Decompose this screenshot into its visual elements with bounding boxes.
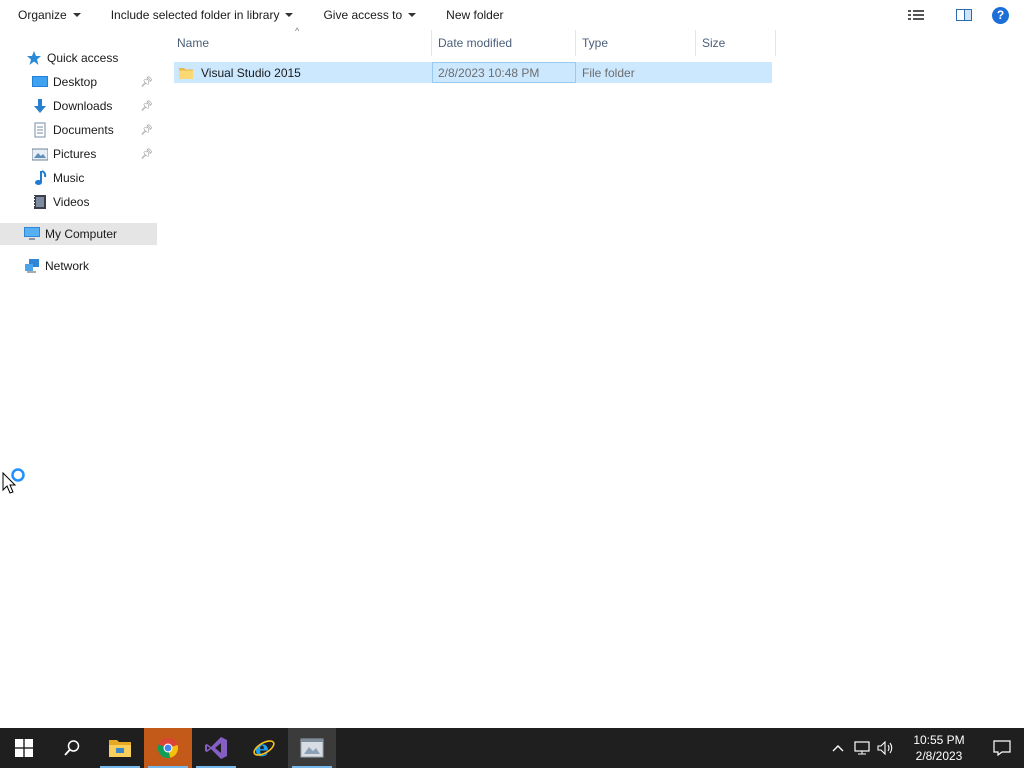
nav-quick-access[interactable]: Quick access	[0, 47, 157, 69]
taskbar-clock[interactable]: 10:55 PM 2/8/2023	[904, 732, 974, 764]
volume-icon[interactable]	[874, 728, 898, 768]
column-header-name[interactable]: Name	[171, 30, 432, 56]
file-name: Visual Studio 2015	[201, 65, 301, 80]
taskbar-internet-explorer[interactable]: e	[240, 728, 288, 768]
size-cell	[696, 62, 772, 83]
nav-label: Pictures	[53, 147, 97, 161]
column-header-type[interactable]: Type	[576, 30, 696, 56]
pin-icon: 📌︎	[140, 148, 153, 160]
desktop-icon	[32, 74, 48, 90]
nav-item-videos[interactable]: Videos	[0, 191, 157, 213]
chrome-icon	[157, 738, 179, 759]
busy-cursor-icon	[2, 468, 30, 497]
type-cell: File folder	[576, 62, 696, 83]
network-icon	[24, 258, 40, 274]
nav-label: Documents	[53, 123, 114, 137]
organize-button[interactable]: Organize	[0, 0, 81, 30]
folder-icon	[178, 65, 194, 81]
file-name-cell: Visual Studio 2015	[178, 62, 432, 83]
nav-label: Downloads	[53, 99, 113, 113]
nav-my-computer[interactable]: My Computer	[0, 223, 157, 245]
app-window-icon	[300, 738, 324, 758]
organize-label: Organize	[18, 8, 67, 22]
table-row[interactable]: Visual Studio 2015 2/8/2023 10:48 PM Fil…	[174, 62, 772, 83]
file-explorer-icon	[109, 740, 131, 757]
nav-item-documents[interactable]: Documents 📌︎	[0, 119, 157, 141]
include-library-label: Include selected folder in library	[110, 8, 280, 22]
clock-date: 2/8/2023	[915, 749, 963, 763]
nav-label: Quick access	[47, 51, 119, 65]
navigation-pane: Quick access Desktop 📌︎ Downloads 📌︎ Doc…	[0, 30, 157, 728]
column-header-size[interactable]: Size	[696, 30, 776, 56]
visual-studio-icon	[205, 737, 227, 759]
nav-label: Network	[45, 259, 90, 273]
file-explorer-window: Organize Include selected folder in libr…	[0, 0, 1024, 728]
videos-icon	[32, 194, 48, 210]
downloads-icon	[32, 98, 48, 114]
nav-item-pictures[interactable]: Pictures 📌︎	[0, 143, 157, 165]
chevron-down-icon	[285, 13, 294, 17]
nav-network[interactable]: Network	[0, 255, 157, 277]
give-access-button[interactable]: Give access to	[293, 0, 417, 30]
star-icon	[26, 50, 42, 66]
file-list: ^ Name Date modified Type Size Visual St…	[157, 26, 1024, 728]
column-label: Date modified	[438, 36, 513, 50]
change-view-button[interactable]	[908, 9, 938, 21]
pin-icon: 📌︎	[140, 100, 153, 112]
internet-explorer-icon: e	[253, 736, 275, 760]
nav-label: Videos	[53, 195, 90, 209]
taskbar-visual-studio[interactable]	[192, 728, 240, 768]
column-label: Size	[702, 36, 726, 50]
system-tray: 10:55 PM 2/8/2023	[826, 728, 1024, 768]
new-folder-label: New folder	[446, 8, 504, 22]
pictures-icon	[31, 146, 49, 162]
notification-icon	[993, 740, 1011, 756]
action-center-button[interactable]	[980, 728, 1024, 768]
clock-time: 10:55 PM	[913, 733, 965, 747]
date-modified-cell: 2/8/2023 10:48 PM	[432, 62, 576, 83]
column-header-date-modified[interactable]: Date modified	[432, 30, 576, 56]
search-icon	[64, 740, 80, 756]
details-view-icon	[908, 9, 924, 21]
nav-label: Music	[53, 171, 85, 185]
start-icon	[15, 739, 33, 757]
documents-icon	[32, 122, 48, 138]
taskbar-chrome[interactable]	[144, 728, 192, 768]
nav-label: My Computer	[45, 227, 118, 241]
nav-item-desktop[interactable]: Desktop 📌︎	[0, 71, 157, 93]
chevron-down-icon	[408, 13, 417, 17]
pin-icon: 📌︎	[140, 76, 153, 88]
type-value: File folder	[582, 65, 635, 80]
nav-item-music[interactable]: Music	[0, 167, 157, 189]
column-label: Type	[582, 36, 609, 50]
start-button[interactable]	[0, 728, 48, 768]
new-folder-button[interactable]: New folder	[416, 0, 503, 30]
column-label: Name	[177, 36, 210, 50]
preview-pane-button[interactable]	[956, 9, 972, 21]
chevron-down-icon	[72, 13, 81, 17]
music-icon	[32, 170, 48, 186]
date-modified-value: 2/8/2023 10:48 PM	[438, 65, 540, 80]
taskbar: e 10:55 PM 2/8/2023	[0, 728, 1024, 768]
show-hidden-icons-chevron-up-icon[interactable]	[826, 728, 850, 768]
command-bar: Organize Include selected folder in libr…	[0, 0, 1024, 30]
include-in-library-button[interactable]: Include selected folder in library	[81, 0, 294, 30]
taskbar-app-window[interactable]	[288, 728, 336, 768]
computer-icon	[24, 226, 40, 242]
search-button[interactable]	[48, 728, 96, 768]
nav-item-downloads[interactable]: Downloads 📌︎	[0, 95, 157, 117]
network-status-icon[interactable]	[850, 728, 874, 768]
give-access-label: Give access to	[323, 8, 403, 22]
help-icon[interactable]: ?	[992, 6, 1009, 24]
pin-icon: 📌︎	[140, 124, 153, 136]
taskbar-file-explorer[interactable]	[96, 728, 144, 768]
nav-label: Desktop	[53, 75, 98, 89]
